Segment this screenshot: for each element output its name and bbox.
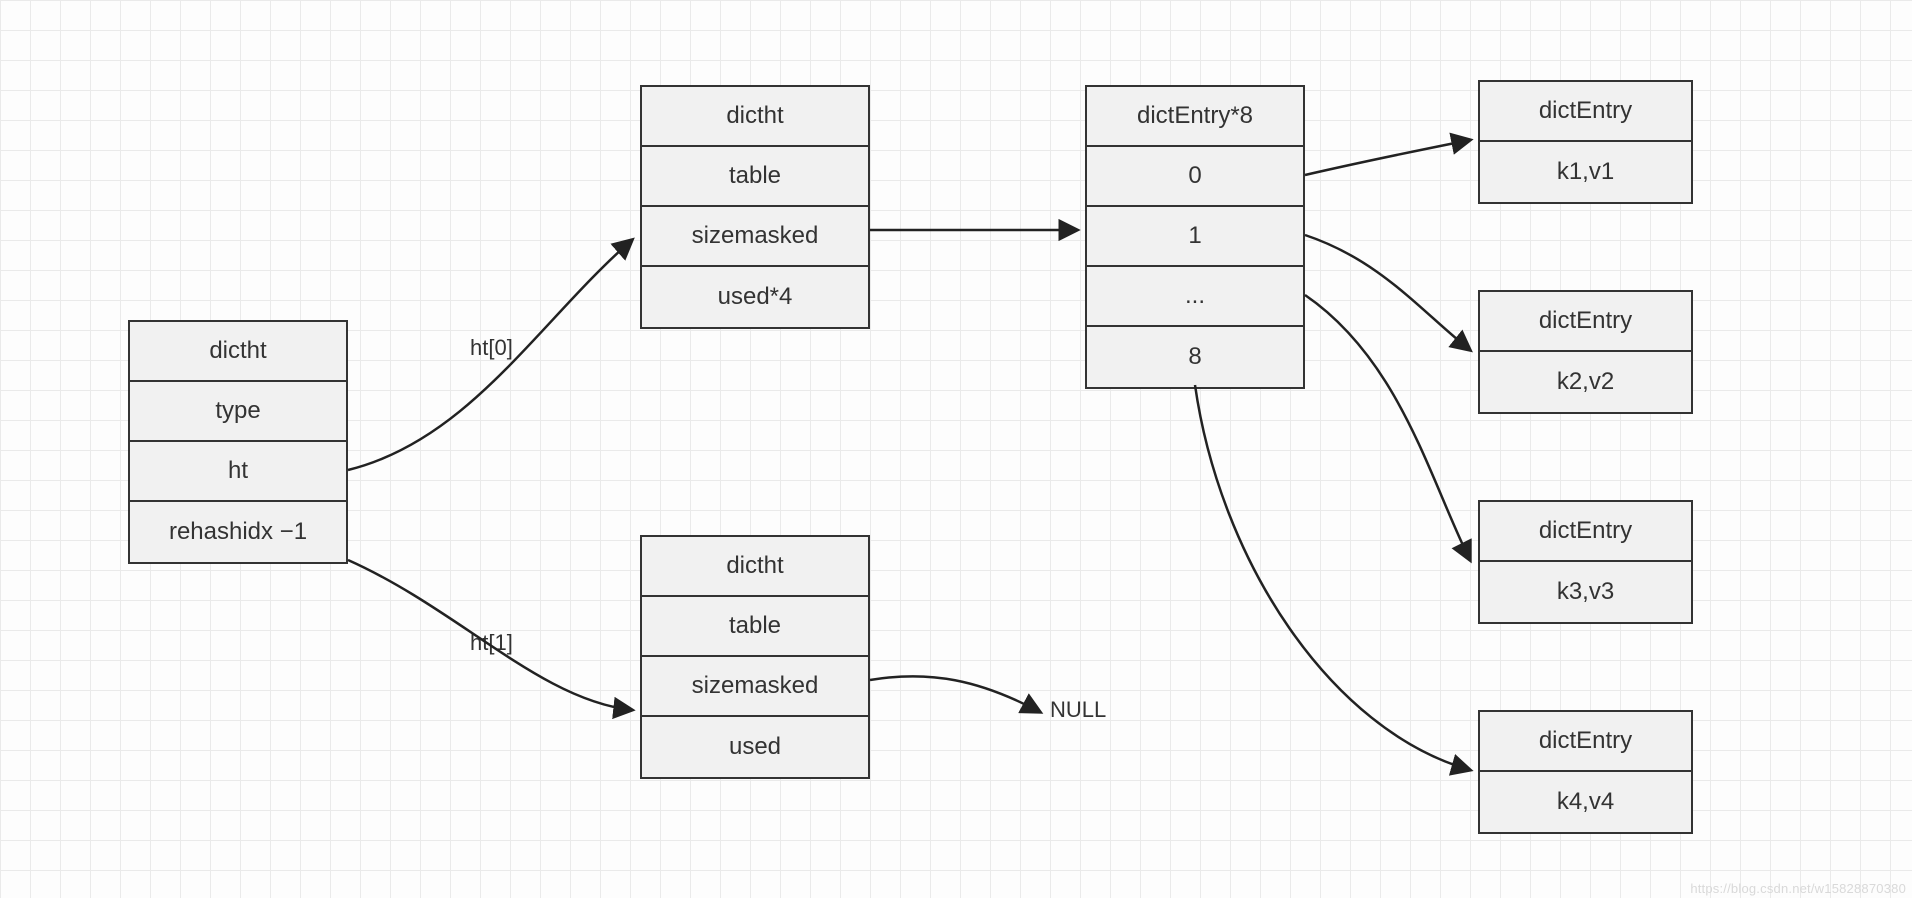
entry3-box: dictEntry k4,v4	[1478, 710, 1693, 834]
entries-box: dictEntry*8 0 1 ... 8	[1085, 85, 1305, 389]
ht1-cell-table: table	[642, 597, 868, 657]
dict-box: dictht type ht rehashidx −1	[128, 320, 348, 564]
label-ht1: ht[1]	[470, 630, 513, 656]
entries-cell-0: 0	[1087, 147, 1303, 207]
entry0-header: dictEntry	[1480, 82, 1691, 142]
edge-slot0-to-entry0	[1305, 140, 1470, 175]
ht1-cell-sizemasked: sizemasked	[642, 657, 868, 717]
label-ht0: ht[0]	[470, 335, 513, 361]
ht0-box: dictht table sizemasked used*4	[640, 85, 870, 329]
ht1-box: dictht table sizemasked used	[640, 535, 870, 779]
ht1-cell-dictht: dictht	[642, 537, 868, 597]
ht0-cell-sizemasked: sizemasked	[642, 207, 868, 267]
ht0-cell-table: table	[642, 147, 868, 207]
dict-cell-rehashidx: rehashidx −1	[130, 502, 346, 562]
entry1-box: dictEntry k2,v2	[1478, 290, 1693, 414]
entry0-value: k1,v1	[1480, 142, 1691, 202]
entries-cell-dots: ...	[1087, 267, 1303, 327]
edge-slot8-to-entry3	[1195, 385, 1470, 770]
entry2-box: dictEntry k3,v3	[1478, 500, 1693, 624]
entry2-value: k3,v3	[1480, 562, 1691, 622]
entries-cell-1: 1	[1087, 207, 1303, 267]
edge-slotdots-to-entry2	[1305, 295, 1470, 560]
entry1-value: k2,v2	[1480, 352, 1691, 412]
ht0-cell-dictht: dictht	[642, 87, 868, 147]
watermark: https://blog.csdn.net/w15828870380	[1690, 881, 1906, 896]
ht0-cell-used: used*4	[642, 267, 868, 327]
dict-cell-dictht: dictht	[130, 322, 346, 382]
label-null: NULL	[1050, 697, 1106, 723]
entry3-value: k4,v4	[1480, 772, 1691, 832]
entry3-header: dictEntry	[1480, 712, 1691, 772]
entries-cell-header: dictEntry*8	[1087, 87, 1303, 147]
edge-slot1-to-entry1	[1305, 235, 1470, 350]
entries-cell-8: 8	[1087, 327, 1303, 387]
ht1-cell-used: used	[642, 717, 868, 777]
entry1-header: dictEntry	[1480, 292, 1691, 352]
dict-cell-ht: ht	[130, 442, 346, 502]
entry0-box: dictEntry k1,v1	[1478, 80, 1693, 204]
edge-ht1-to-null	[870, 676, 1040, 712]
dict-cell-type: type	[130, 382, 346, 442]
entry2-header: dictEntry	[1480, 502, 1691, 562]
